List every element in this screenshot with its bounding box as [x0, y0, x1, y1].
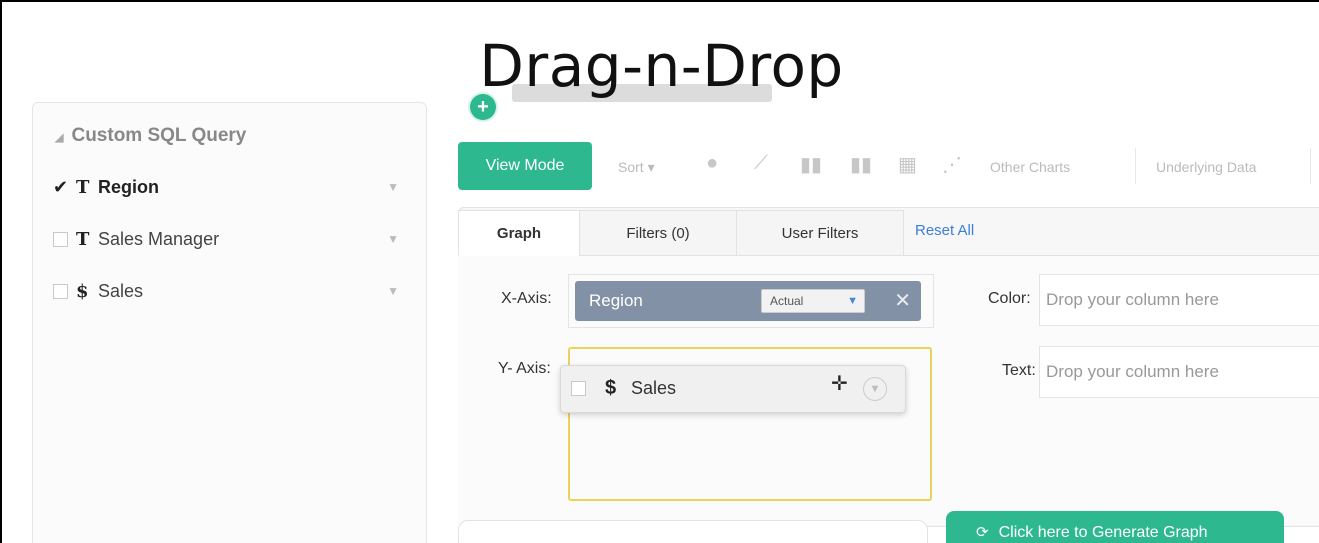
- stacked-bar-chart-icon[interactable]: ▮▮: [850, 152, 872, 177]
- field-label: Sales Manager: [98, 228, 220, 249]
- close-icon[interactable]: ✕: [894, 288, 911, 313]
- text-type-icon: T: [76, 228, 90, 250]
- x-axis-column-pill[interactable]: Region Actual ▼ ✕: [575, 281, 921, 321]
- currency-type-icon: $: [76, 280, 89, 302]
- checkbox-checked-icon[interactable]: ✔: [53, 177, 68, 197]
- text-type-icon: T: [76, 176, 90, 198]
- checkbox-icon[interactable]: [571, 381, 586, 396]
- y-axis-label: Y- Axis:: [498, 360, 551, 377]
- tab-filters[interactable]: Filters (0): [579, 210, 737, 256]
- collapse-triangle-icon[interactable]: ◢: [55, 132, 63, 144]
- underlying-data-button[interactable]: Underlying Data: [1156, 159, 1256, 175]
- reset-all-link[interactable]: Reset All: [915, 222, 974, 239]
- sort-dropdown[interactable]: Sort ▾: [618, 159, 655, 176]
- field-label: Sales: [98, 280, 144, 301]
- color-label: Color:: [988, 290, 1031, 307]
- filter-icon[interactable]: ▼: [387, 232, 399, 246]
- filter-icon[interactable]: ▼: [387, 180, 399, 194]
- generate-graph-label: Click here to Generate Graph: [998, 523, 1208, 541]
- filter-icon[interactable]: ▼: [387, 284, 399, 298]
- other-charts-button[interactable]: Other Charts: [990, 159, 1070, 175]
- view-mode-button[interactable]: View Mode: [458, 142, 592, 190]
- filter-icon[interactable]: ▼: [863, 377, 887, 401]
- refresh-icon: ⟳: [976, 523, 989, 541]
- field-row-region[interactable]: ✔ T Region ▼: [53, 173, 413, 201]
- x-axis-label: X-Axis:: [501, 290, 552, 307]
- bottom-panel-edge: [458, 520, 928, 543]
- text-drop-field[interactable]: Drop your column here: [1039, 346, 1319, 398]
- move-cursor-icon: ✛: [831, 373, 848, 395]
- toolbar-divider: [1135, 148, 1136, 184]
- tab-graph[interactable]: Graph: [458, 210, 580, 256]
- dragged-column-chip[interactable]: $ Sales ✛ ▼: [560, 365, 906, 413]
- dragged-column-label: Sales: [631, 378, 677, 398]
- line-chart-icon[interactable]: ⟋: [754, 152, 768, 175]
- aggregation-value: Actual: [770, 294, 804, 308]
- x-axis-column-label: Region: [589, 291, 643, 310]
- tab-user-filters[interactable]: User Filters: [736, 210, 904, 256]
- field-row-sales[interactable]: $ Sales ▼: [53, 277, 413, 305]
- text-label: Text:: [1002, 362, 1036, 379]
- aggregation-select[interactable]: Actual ▼: [761, 289, 865, 313]
- currency-type-icon: $: [605, 377, 617, 399]
- checkbox-icon[interactable]: [53, 283, 68, 299]
- field-row-sales-manager[interactable]: T Sales Manager ▼: [53, 225, 413, 253]
- slide-frame: Drag-n-Drop ◢ Custom SQL Query ✔ T Region…: [0, 0, 1319, 543]
- field-label: Region: [98, 176, 159, 197]
- field-list-panel: ◢ Custom SQL Query ✔ T Region ▼ T Sales M…: [32, 102, 427, 543]
- tree-header-label: Custom SQL Query: [71, 125, 247, 146]
- slide-title: Drag-n-Drop: [479, 32, 844, 100]
- tree-header[interactable]: ◢ Custom SQL Query: [55, 125, 246, 147]
- generate-graph-button[interactable]: ⟳ Click here to Generate Graph: [946, 511, 1284, 543]
- heatmap-chart-icon[interactable]: ▦: [898, 152, 917, 177]
- checkbox-icon[interactable]: [53, 231, 68, 247]
- toolbar-divider: [1310, 148, 1311, 184]
- bar-chart-icon[interactable]: ▮▮: [800, 152, 822, 177]
- color-drop-field[interactable]: Drop your column here: [1039, 274, 1319, 326]
- scatter-chart-icon[interactable]: ⋰: [942, 152, 962, 177]
- pie-chart-icon[interactable]: ●: [706, 152, 718, 175]
- caret-down-icon: ▼: [847, 295, 858, 307]
